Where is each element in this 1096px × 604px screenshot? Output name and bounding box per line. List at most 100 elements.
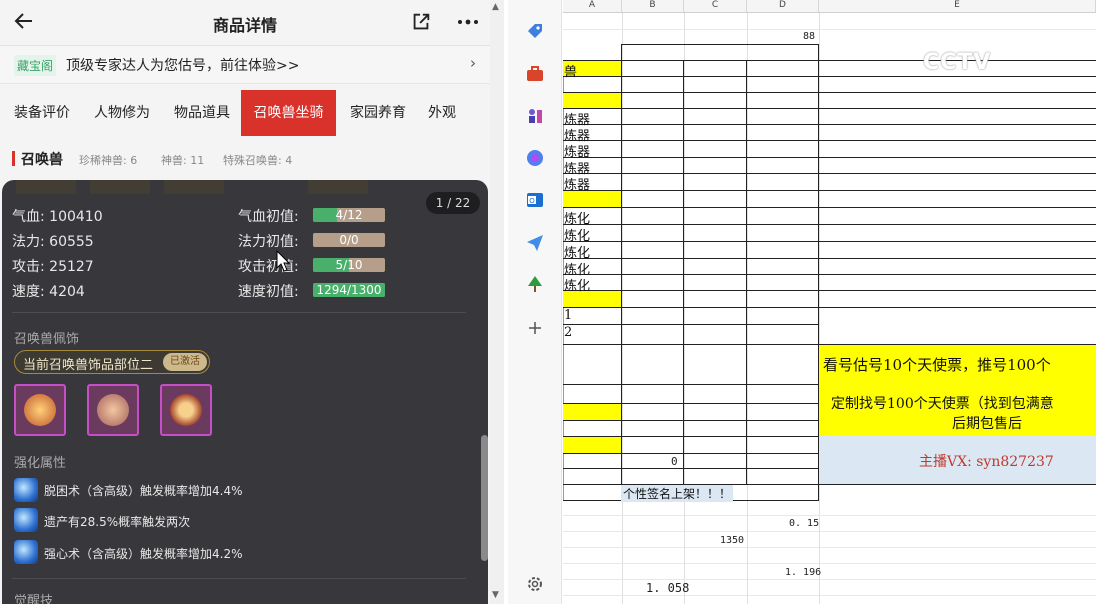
card-ghost [16,180,76,194]
deco-active-badge: 已激活 [163,353,207,371]
grid-line [563,563,1096,564]
table-line [621,44,622,500]
table-line [563,241,1096,242]
cell-b-1058[interactable]: 1. 058 [646,581,689,595]
section-header: 召唤兽 珍稀神兽: 6 神兽: 11 特殊召唤兽: 4 [0,144,490,174]
table-line [563,140,1096,141]
deco-ring-icon [170,394,202,426]
table-line [683,60,684,484]
deco-helmet-icon [97,394,129,426]
enhance-title: 强化属性 [14,456,67,471]
cell-a-yellow[interactable] [563,436,622,453]
scroll-up-icon[interactable]: ▲ [492,2,499,12]
scroll-down-icon[interactable]: ▼ [492,590,499,600]
init-mp-label: 法力初值: [238,234,299,250]
chevron-right-icon: › [470,54,476,72]
tag-icon[interactable] [525,22,545,42]
table-line [818,44,819,500]
tree-icon[interactable] [525,274,545,294]
app-sidebar: O [508,0,562,604]
tab-home[interactable]: 家园养育 [340,90,416,136]
awaken-title: 觉醒技 [14,594,54,604]
table-line [563,324,819,325]
cell-e-line1[interactable]: 看号估号10个天使票，推号100个 [823,354,1051,375]
deco-item-1[interactable] [14,384,66,436]
col-header-b[interactable]: B [622,0,684,13]
init-bar-label: 5/10 [335,258,363,272]
more-icon[interactable] [456,11,480,33]
cell-a-text[interactable]: 炼化 [564,275,590,294]
col-header-a[interactable]: A [563,0,622,13]
skill-heart-icon [14,540,38,564]
card-scrollbar[interactable] [481,435,488,561]
card-ghost [308,180,368,194]
init-bar-label: 0/0 [339,233,359,247]
tab-summon-mounts[interactable]: 召唤兽坐骑 [241,90,336,136]
init-bar: 0/0 [313,233,385,247]
cell-c-1350[interactable]: 1350 [720,535,744,546]
cell-a-text[interactable]: 1 [564,308,572,323]
tab-character[interactable]: 人物修为 [84,90,160,136]
share-icon[interactable] [410,11,432,33]
col-header-e[interactable]: E [819,0,1096,13]
cell-a-yellow[interactable] [563,403,622,420]
section-title: 召唤兽 [21,152,63,168]
table-line [746,60,747,484]
grid-line [563,579,1096,580]
banner-tag: 藏宝阁 [14,55,57,76]
section-accent [12,151,15,166]
banner-text: 顶级专家达人为您估号，前往体验>> [66,58,300,74]
tab-items[interactable]: 物品道具 [164,90,240,136]
deco-slot-pill[interactable]: 当前召唤兽饰品部位二 已激活 [14,350,210,374]
watermark-logo: CCTV [923,50,992,75]
cell-b-zero[interactable]: 0 [671,455,678,468]
cell-a-yellow[interactable] [563,92,622,109]
grid-line [563,531,1096,532]
copilot-icon[interactable] [525,148,545,168]
cell-e-line2[interactable]: 定制找号100个天使票（找到包满意 [831,393,1054,413]
skill-text-1: 脱困术（含高级）触发概率增加4.4% [44,484,243,498]
table-line [563,384,819,385]
table-line [563,274,1096,275]
table-line [563,307,1096,308]
cell-d-015[interactable]: 0. 15 [789,518,819,529]
cell-a-text[interactable]: 炼器 [564,174,590,193]
expert-banner[interactable]: 藏宝阁 顶级专家达人为您估号，前往体验>> › [0,46,490,84]
divider [12,578,466,579]
cell-a-text[interactable]: 兽 [564,61,577,80]
tab-appearance[interactable]: 外观 [418,90,466,136]
browser-scrollbar[interactable]: ▲ ▼ [490,0,504,604]
stat-speed: 速度: 4204 [12,284,85,300]
col-header-c[interactable]: C [684,0,747,13]
table-line [563,224,1096,225]
table-line [621,44,819,45]
table-line [563,453,819,454]
deco-item-2[interactable] [87,384,139,436]
briefcase-icon[interactable] [525,64,545,84]
tab-equipment[interactable]: 装备评价 [4,90,80,136]
init-hp-label: 气血初值: [238,209,299,225]
stat-mp: 法力: 60555 [12,234,94,250]
cell-d-1196[interactable]: 1. 196 [785,567,821,578]
col-header-d[interactable]: D [747,0,819,13]
mouse-cursor-icon [276,250,290,272]
send-icon[interactable] [525,232,545,252]
cell-a-text[interactable]: 2 [564,325,572,340]
cell-e-line3[interactable]: 后期包售后 [952,413,1022,433]
settings-gear-icon[interactable] [525,574,545,594]
add-icon[interactable] [525,318,545,338]
special-count: 特殊召唤兽: 4 [223,154,293,167]
table-line [563,468,819,469]
table-line [563,258,1096,259]
deco-item-3[interactable] [160,384,212,436]
rare-count: 珍稀神兽: 6 [79,154,138,167]
init-bar: 5/10 [313,258,385,272]
divine-count: 神兽: 11 [161,154,205,167]
spreadsheet: A B C D E 88 兽 炼器 炼器 炼器 炼器 炼器 炼化 炼化 炼化 炼… [563,0,1096,604]
chess-icon[interactable] [525,106,545,126]
outlook-icon[interactable]: O [525,190,545,210]
cell-e-line4[interactable]: 主播VX: syn827237 [919,451,1054,471]
cell-d-top[interactable]: 88 [803,31,815,42]
cell-signature[interactable]: 个性签名上架！！！ [621,485,734,502]
table-line [563,344,1096,345]
